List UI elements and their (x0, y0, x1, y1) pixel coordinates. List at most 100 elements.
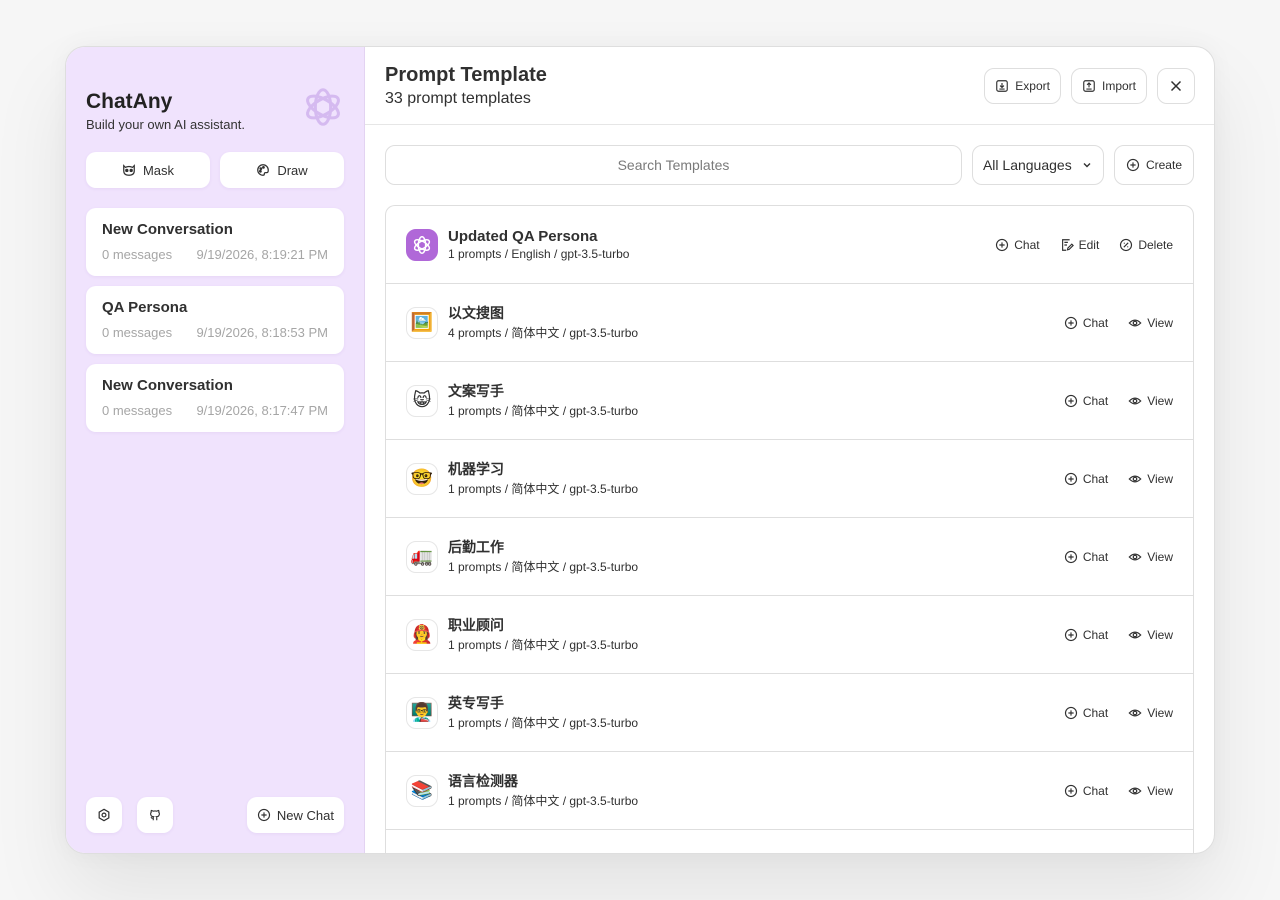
export-label: Export (1015, 79, 1050, 93)
add-circle-icon (1064, 628, 1077, 641)
add-circle-icon (996, 238, 1009, 251)
chat-button[interactable]: Chat (1064, 706, 1108, 720)
chat-button[interactable]: Chat (1064, 550, 1108, 564)
conversation-item[interactable]: QA Persona 0 messages 9/19/2026, 8:18:53… (86, 286, 344, 354)
settings-button[interactable] (86, 797, 122, 833)
edit-button[interactable]: Edit (1060, 238, 1099, 252)
conversation-title: New Conversation (102, 377, 233, 394)
chat-label: Chat (1082, 315, 1109, 330)
template-toolbar: All Languages Create (365, 125, 1214, 185)
chat-button[interactable]: Chat (1064, 316, 1108, 330)
template-row: 🚛 后勤工作 1 prompts / 简体中文 / gpt-3.5-turbo Cha… (386, 518, 1193, 596)
chat-label: Chat (1082, 471, 1109, 486)
upload-icon (1083, 80, 1095, 92)
brand: ChatAny Build your own AI assistant. (86, 88, 344, 142)
chevron-down-icon (1083, 163, 1091, 168)
download-icon (996, 80, 1009, 92)
template-avatar: 👩‍🚒 (406, 618, 438, 651)
conversation-item[interactable]: New Conversation 0 messages 9/19/2026, 8… (86, 364, 344, 432)
add-circle-icon (1064, 550, 1077, 563)
eye-icon (1128, 709, 1142, 716)
add-circle-icon (257, 808, 271, 822)
draw-label: Draw (277, 162, 308, 178)
delete-button[interactable]: Delete (1119, 238, 1173, 252)
template-meta: 4 prompts / 简体中文 / gpt-3.5-turbo (448, 325, 639, 340)
template-name: 英专写手 (448, 694, 504, 711)
chat-button[interactable]: Chat (995, 237, 1040, 252)
close-button[interactable] (1157, 68, 1195, 104)
sidebar: ChatAny Build your own AI assistant. Mas… (66, 47, 365, 853)
new-chat-button[interactable]: New Chat (246, 797, 344, 833)
template-row: 📚 语言检测器 1 prompts / 简体中文 / gpt-3.5-turbo Ch… (386, 752, 1193, 830)
view-button[interactable]: View (1128, 628, 1173, 642)
search-input[interactable] (385, 145, 962, 185)
close-icon (1170, 80, 1182, 92)
add-circle-icon (1064, 784, 1077, 797)
template-meta: 1 prompts / 简体中文 / gpt-3.5-turbo (448, 793, 639, 808)
panel-header: Prompt Template 33 prompt templates Expo… (365, 47, 1214, 125)
view-label: View (1147, 315, 1173, 330)
add-circle-icon (1064, 316, 1077, 329)
view-button[interactable]: View (1128, 784, 1173, 798)
view-label: View (1147, 393, 1173, 408)
template-avatar: 🚛 (406, 540, 438, 573)
template-name: 以文搜图 (448, 304, 504, 321)
mask-icon (123, 164, 135, 176)
chat-label: Chat (1082, 705, 1109, 720)
template-row: 😸 文案写手 1 prompts / 简体中文 / gpt-3.5-turbo Cha… (386, 362, 1193, 440)
template-name: Updated QA Persona (448, 228, 598, 245)
app-window: ChatAny Build your own AI assistant. Mas… (65, 46, 1215, 854)
chat-button[interactable]: Chat (1064, 628, 1108, 642)
template-meta: 1 prompts / 简体中文 / gpt-3.5-turbo (448, 403, 639, 418)
import-button[interactable]: Import (1070, 68, 1147, 104)
chat-button[interactable]: Chat (1064, 784, 1108, 798)
chat-button[interactable]: Chat (1064, 472, 1108, 486)
chat-button[interactable]: Chat (1064, 394, 1108, 408)
new-chat-label: New Chat (276, 807, 334, 823)
view-button[interactable]: View (1128, 550, 1173, 564)
template-meta: 1 prompts / 简体中文 / gpt-3.5-turbo (448, 481, 639, 496)
template-meta: 1 prompts / English / gpt-3.5-turbo (448, 247, 630, 261)
delete-label: Delete (1138, 237, 1173, 252)
export-button[interactable]: Export (984, 68, 1061, 104)
conversation-time: 9/19/2026, 8:17:47 PM (196, 403, 328, 418)
template-row: 🤓 机器学习 1 prompts / 简体中文 / gpt-3.5-turbo Cha… (386, 440, 1193, 518)
github-button[interactable] (137, 797, 173, 833)
gear-icon (98, 808, 110, 822)
eye-icon (1128, 475, 1142, 482)
view-button[interactable]: View (1128, 472, 1173, 486)
template-avatar: 🤓 (406, 462, 438, 495)
mask-button[interactable]: Mask (86, 152, 210, 188)
import-label: Import (1101, 79, 1136, 93)
palette-icon (257, 164, 270, 176)
template-name: 职业顾问 (448, 616, 504, 633)
view-button[interactable]: View (1128, 394, 1173, 408)
template-row: 👨‍🏫 英专写手 1 prompts / 简体中文 / gpt-3.5-turbo C… (386, 674, 1193, 752)
view-label: View (1147, 627, 1173, 642)
template-meta: 1 prompts / 简体中文 / gpt-3.5-turbo (448, 715, 639, 730)
add-circle-icon (1064, 394, 1077, 407)
conversation-time: 9/19/2026, 8:18:53 PM (196, 325, 328, 340)
view-button[interactable]: View (1128, 706, 1173, 720)
view-label: View (1147, 549, 1173, 564)
conversation-item[interactable]: New Conversation 0 messages 9/19/2026, 8… (86, 208, 344, 276)
openai-logo-icon (306, 88, 340, 126)
template-row: 🖼️ 以文搜图 4 prompts / 简体中文 / gpt-3.5-turbo Ch… (386, 284, 1193, 362)
chat-label: Chat (1082, 549, 1109, 564)
template-name: 语言检测器 (448, 772, 518, 789)
chat-label: Chat (1014, 237, 1040, 252)
github-icon (150, 809, 160, 821)
draw-button[interactable]: Draw (220, 152, 344, 188)
template-avatar (406, 228, 438, 261)
chat-label: Chat (1082, 393, 1109, 408)
view-button[interactable]: View (1128, 316, 1173, 330)
chat-label: Chat (1082, 783, 1109, 798)
template-meta: 1 prompts / 简体中文 / gpt-3.5-turbo (448, 637, 639, 652)
template-avatar: 👨‍🏫 (406, 696, 438, 729)
prompt-template-panel: Prompt Template 33 prompt templates Expo… (365, 47, 1214, 853)
template-avatar: 🖼️ (406, 306, 438, 339)
create-button[interactable]: Create (1113, 145, 1194, 185)
view-label: View (1147, 471, 1173, 486)
eye-icon (1128, 553, 1142, 560)
language-select[interactable]: All Languages (971, 145, 1104, 185)
